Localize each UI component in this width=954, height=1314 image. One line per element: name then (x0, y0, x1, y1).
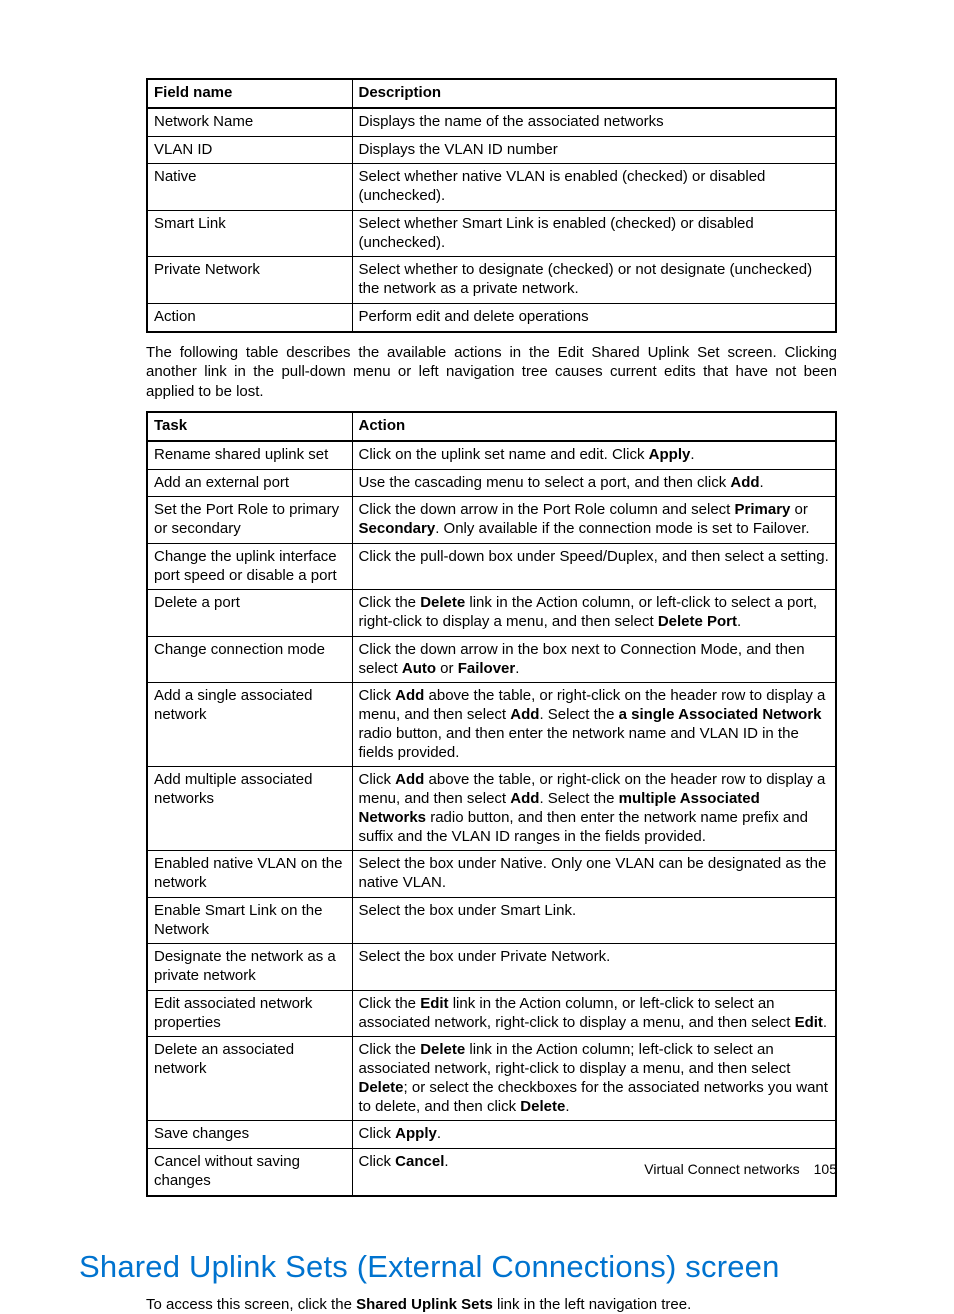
cell-task: Delete an associated network (147, 1037, 352, 1121)
cell-description: Displays the name of the associated netw… (352, 108, 836, 136)
table-header-row: Field name Description (147, 79, 836, 108)
col-header-task: Task (147, 412, 352, 441)
cell-task: Designate the network as a private netwo… (147, 944, 352, 991)
table-row: Rename shared uplink setClick on the upl… (147, 441, 836, 469)
intro-paragraph: The following table describes the availa… (146, 343, 837, 402)
cell-action: Select the box under Native. Only one VL… (352, 851, 836, 898)
cell-action: Click the down arrow in the Port Role co… (352, 497, 836, 544)
cell-action: Use the cascading menu to select a port,… (352, 469, 836, 497)
cell-field: Network Name (147, 108, 352, 136)
cell-action: Click the Delete link in the Action colu… (352, 1037, 836, 1121)
cell-field: Private Network (147, 257, 352, 304)
table-row: Save changesClick Apply. (147, 1121, 836, 1149)
cell-field: Smart Link (147, 210, 352, 257)
table-row: Enabled native VLAN on the networkSelect… (147, 851, 836, 898)
field-description-table: Field name Description Network NameDispl… (146, 78, 837, 333)
table-row: ActionPerform edit and delete operations (147, 303, 836, 331)
table-row: Delete a portClick the Delete link in th… (147, 590, 836, 637)
table-row: Designate the network as a private netwo… (147, 944, 836, 991)
access-paragraph: To access this screen, click the Shared … (146, 1295, 837, 1314)
text: To access this screen, click the (146, 1296, 356, 1313)
text: link in the left navigation tree. (493, 1296, 691, 1313)
cell-task: Cancel without saving changes (147, 1149, 352, 1196)
table-row: Smart LinkSelect whether Smart Link is e… (147, 210, 836, 257)
cell-action: Click Add above the table, or right-clic… (352, 767, 836, 851)
cell-action: Click the Edit link in the Action column… (352, 990, 836, 1037)
cell-description: Select whether native VLAN is enabled (c… (352, 164, 836, 211)
cell-action: Click on the uplink set name and edit. C… (352, 441, 836, 469)
col-header-description: Description (352, 79, 836, 108)
col-header-action: Action (352, 412, 836, 441)
cell-action: Select the box under Private Network. (352, 944, 836, 991)
cell-description: Perform edit and delete operations (352, 303, 836, 331)
table-header-row: Task Action (147, 412, 836, 441)
cell-action: Click Add above the table, or right-clic… (352, 683, 836, 767)
table-row: Add multiple associated networksClick Ad… (147, 767, 836, 851)
cell-task: Add a single associated network (147, 683, 352, 767)
cell-task: Enabled native VLAN on the network (147, 851, 352, 898)
cell-task: Set the Port Role to primary or secondar… (147, 497, 352, 544)
table-row: Private NetworkSelect whether to designa… (147, 257, 836, 304)
cell-field: VLAN ID (147, 136, 352, 164)
table-row: Network NameDisplays the name of the ass… (147, 108, 836, 136)
table-row: Change the uplink interface port speed o… (147, 543, 836, 590)
table-row: Edit associated network propertiesClick … (147, 990, 836, 1037)
cell-task: Change connection mode (147, 636, 352, 683)
cell-task: Add multiple associated networks (147, 767, 352, 851)
table-row: NativeSelect whether native VLAN is enab… (147, 164, 836, 211)
table-row: Set the Port Role to primary or secondar… (147, 497, 836, 544)
cell-task: Delete a port (147, 590, 352, 637)
cell-action: Select the box under Smart Link. (352, 897, 836, 944)
cell-task: Rename shared uplink set (147, 441, 352, 469)
section-heading: Shared Uplink Sets (External Connections… (79, 1249, 837, 1285)
cell-description: Displays the VLAN ID number (352, 136, 836, 164)
cell-task: Edit associated network properties (147, 990, 352, 1037)
cell-action: Click the Delete link in the Action colu… (352, 590, 836, 637)
cell-action: Click Apply. (352, 1121, 836, 1149)
page-footer: Virtual Connect networks 105 (644, 1161, 837, 1177)
table-row: Add an external portUse the cascading me… (147, 469, 836, 497)
table-row: Change connection modeClick the down arr… (147, 636, 836, 683)
page-number: 105 (814, 1161, 837, 1177)
table-row: Add a single associated networkClick Add… (147, 683, 836, 767)
footer-section: Virtual Connect networks (644, 1161, 799, 1177)
task-action-table: Task Action Rename shared uplink setClic… (146, 411, 837, 1197)
cell-description: Select whether to designate (checked) or… (352, 257, 836, 304)
cell-task: Add an external port (147, 469, 352, 497)
col-header-field: Field name (147, 79, 352, 108)
table-row: Enable Smart Link on the NetworkSelect t… (147, 897, 836, 944)
cell-task: Enable Smart Link on the Network (147, 897, 352, 944)
page: Field name Description Network NameDispl… (0, 0, 954, 1235)
cell-task: Change the uplink interface port speed o… (147, 543, 352, 590)
cell-description: Select whether Smart Link is enabled (ch… (352, 210, 836, 257)
table-row: VLAN IDDisplays the VLAN ID number (147, 136, 836, 164)
cell-action: Click the pull-down box under Speed/Dupl… (352, 543, 836, 590)
bold-text: Shared Uplink Sets (356, 1296, 493, 1313)
cell-action: Click the down arrow in the box next to … (352, 636, 836, 683)
table-row: Delete an associated networkClick the De… (147, 1037, 836, 1121)
cell-field: Native (147, 164, 352, 211)
cell-task: Save changes (147, 1121, 352, 1149)
cell-field: Action (147, 303, 352, 331)
